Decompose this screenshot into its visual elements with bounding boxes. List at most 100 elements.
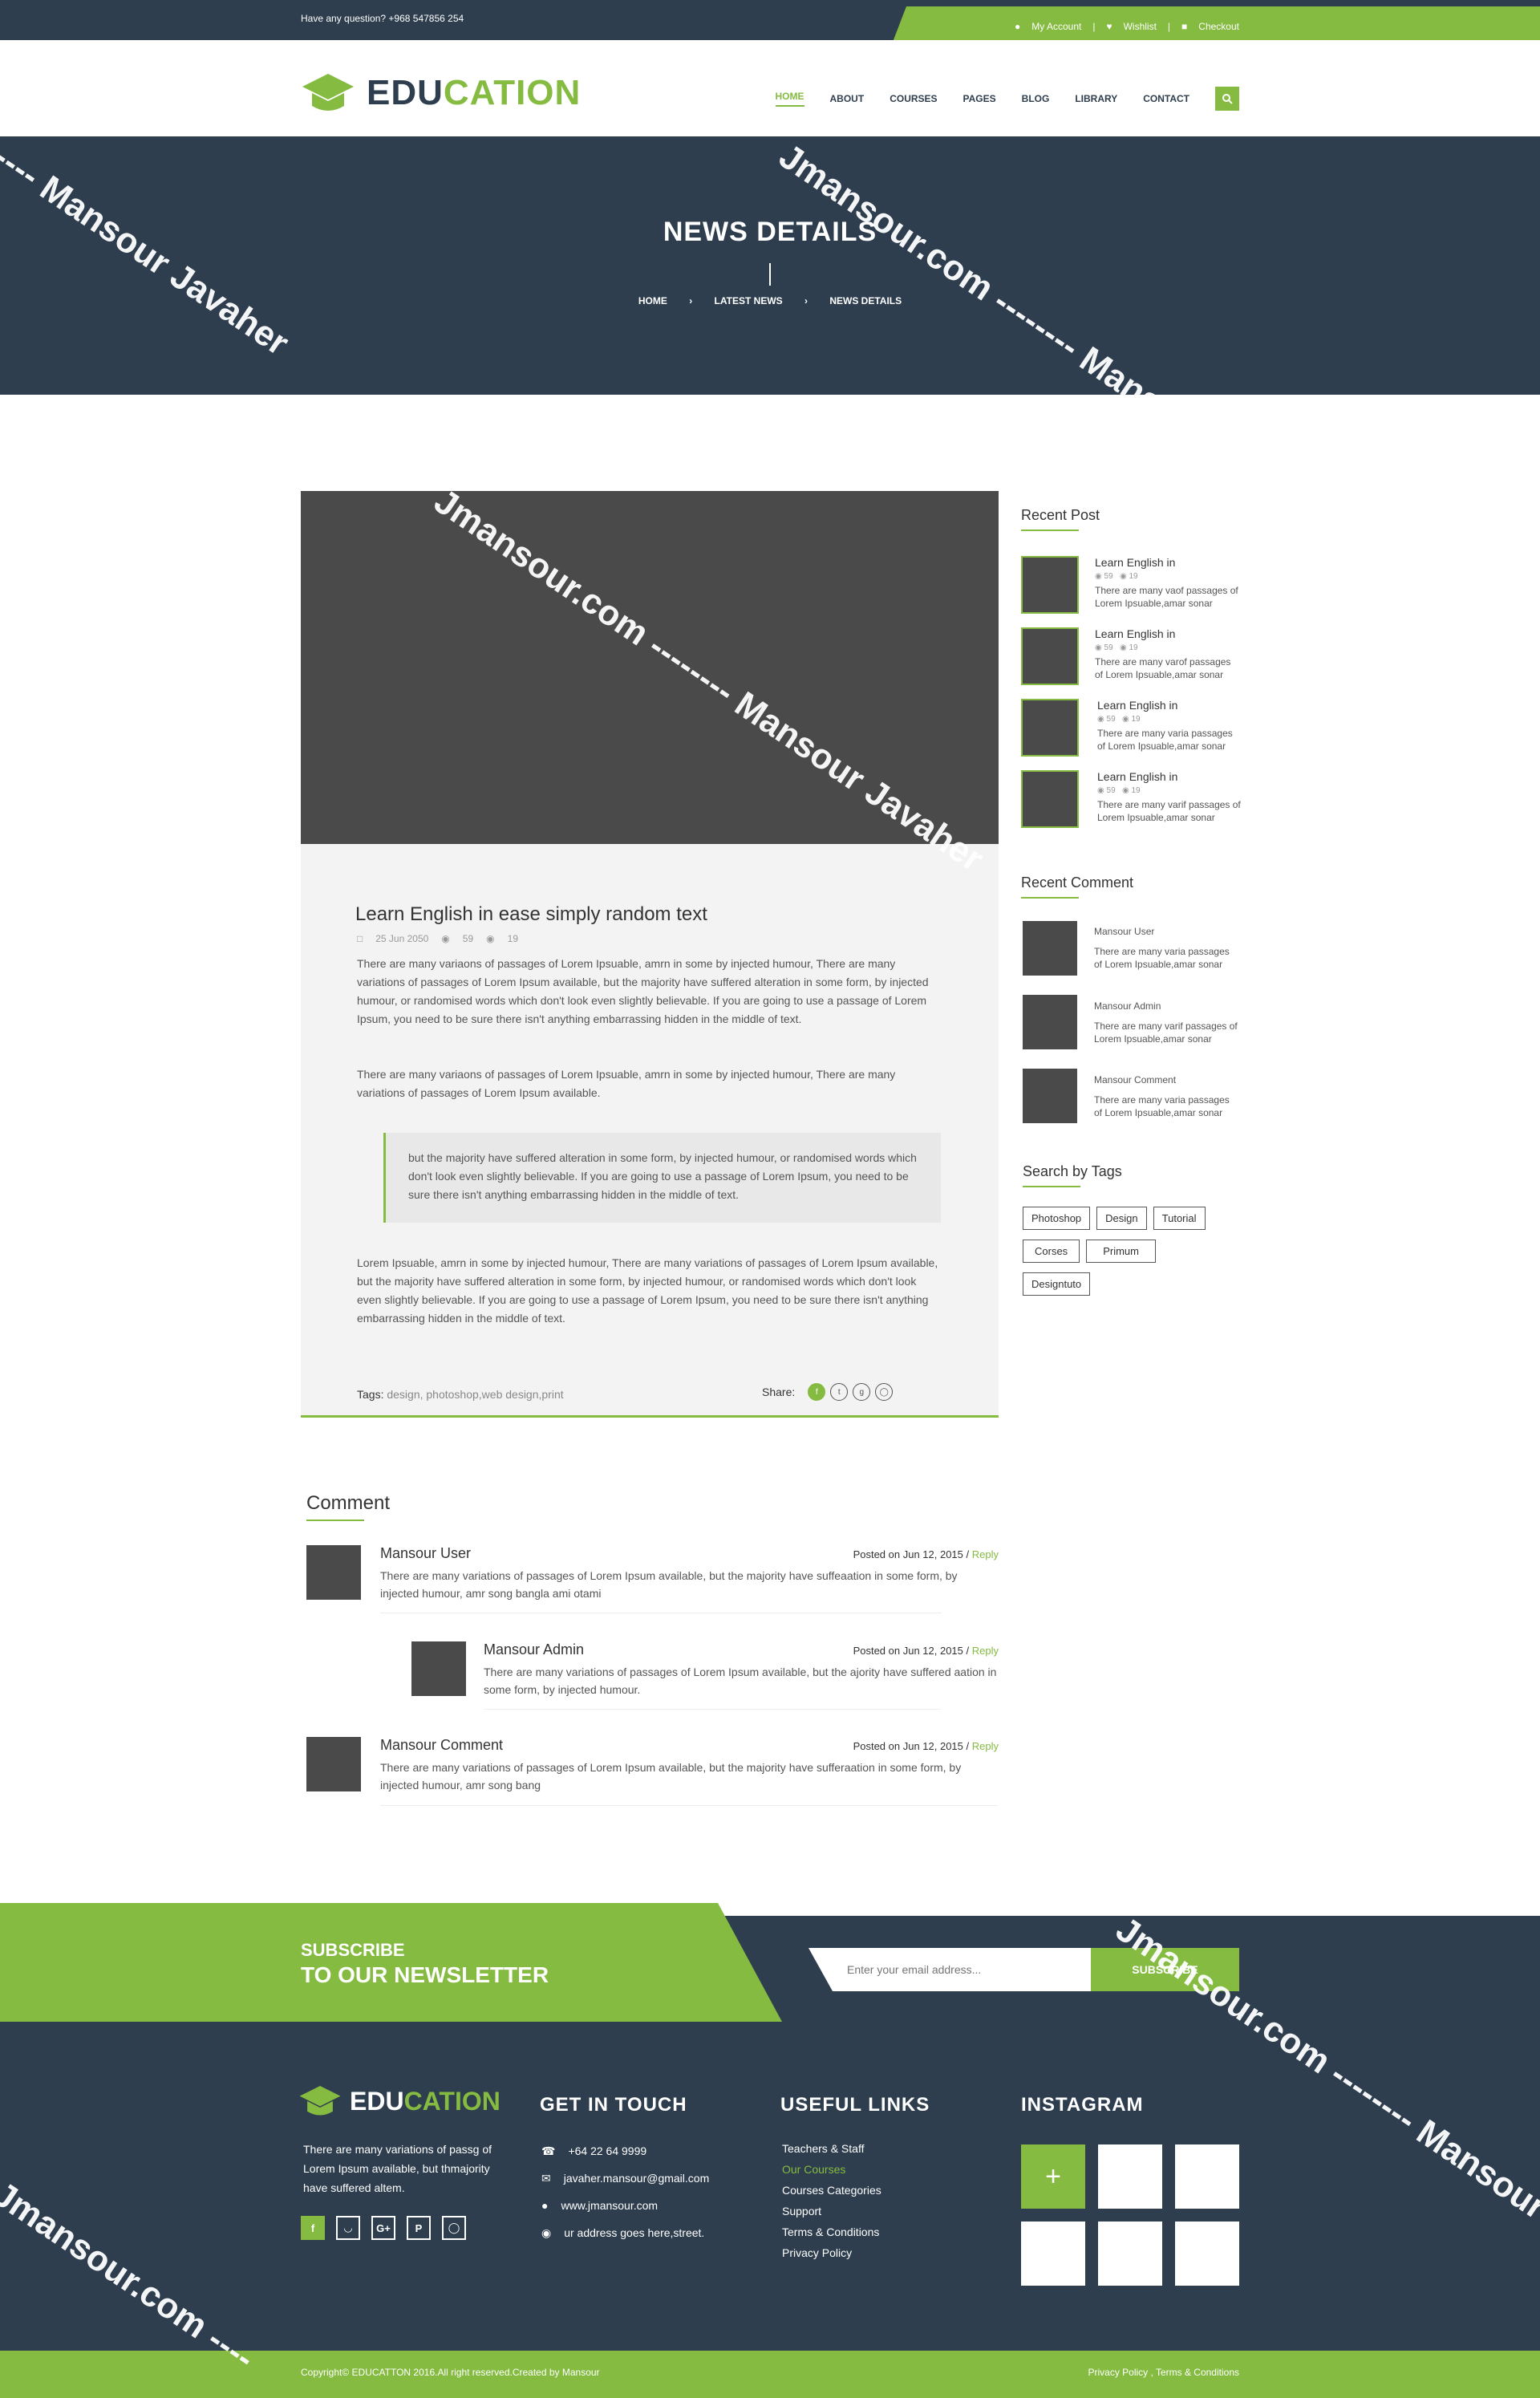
comment-avatar [306, 1737, 361, 1791]
recent-post-item[interactable] [1021, 699, 1079, 757]
instagram-tile[interactable] [1021, 2221, 1085, 2286]
contact-email[interactable]: ✉ javaher.mansour@gmail.com [541, 2165, 709, 2192]
recent-post-thumb [1021, 699, 1079, 757]
facebook-icon[interactable]: f [301, 2216, 325, 2240]
instagram-more-tile[interactable]: + [1021, 2144, 1085, 2209]
recent-comment-title: Recent Comment [1021, 874, 1134, 891]
google-plus-icon[interactable]: g [853, 1383, 871, 1401]
footer-link[interactable]: Support [782, 2205, 881, 2226]
nav-courses[interactable]: COURSES [890, 93, 937, 104]
page-title: NEWS DETAILS [663, 217, 877, 247]
recent-post-meta: ◉ 59 ◉ 19 [1097, 715, 1141, 724]
google-plus-icon[interactable]: G+ [371, 2216, 395, 2240]
tag-button[interactable]: Designtuto [1023, 1272, 1091, 1296]
tags-value[interactable]: design, photoshop,web design,print [383, 1388, 563, 1401]
recent-comment-excerpt: There are many varia passages of Lorem I… [1094, 946, 1230, 970]
tag-button[interactable]: Primum [1086, 1240, 1156, 1263]
tag-row: Designtuto [1023, 1272, 1091, 1296]
rss-icon[interactable]: ◡ [336, 2216, 360, 2240]
breadcrumb-latest-news[interactable]: LATEST NEWS [715, 295, 783, 306]
nav-blog[interactable]: BLOG [1022, 93, 1050, 104]
footer-link[interactable]: Privacy Policy [782, 2246, 881, 2267]
reply-link[interactable]: Reply [972, 1740, 999, 1752]
instagram-tile[interactable] [1098, 2221, 1162, 2286]
envelope-icon: ✉ [541, 2171, 551, 2185]
title-underline [1021, 530, 1079, 531]
contact-website[interactable]: ● www.jmansour.com [541, 2192, 709, 2219]
breadcrumb-home[interactable]: HOME [638, 295, 667, 306]
logo[interactable]: EDUCATION [301, 72, 581, 114]
legal-links[interactable]: Privacy Policy , Terms & Conditions [1088, 2367, 1239, 2378]
tags-label: Tags: [357, 1388, 384, 1401]
recent-post-item[interactable] [1021, 556, 1079, 614]
recent-post-title: Recent Post [1021, 507, 1100, 523]
main-nav: HOME ABOUT COURSES PAGES BLOG LIBRARY CO… [775, 87, 1239, 111]
chevron-right-icon: › [804, 295, 808, 306]
recent-post-meta: ◉ 59 ◉ 19 [1097, 786, 1141, 795]
recent-post-title-text[interactable]: Learn English in [1095, 556, 1239, 569]
post-date: 25 Jun 2050 [375, 933, 429, 944]
comment-posted: Posted on Jun 12, 2015 / Reply [853, 1645, 999, 1657]
instagram-tile[interactable] [1098, 2144, 1162, 2209]
nav-library[interactable]: LIBRARY [1075, 93, 1117, 104]
logo-text: EDUCATION [367, 73, 582, 112]
recent-post-item[interactable] [1021, 627, 1079, 685]
recent-comment-name[interactable]: Mansour Admin [1094, 1000, 1238, 1012]
post-paragraph: Lorem Ipsuable, amrn in some by injected… [357, 1256, 938, 1325]
footer-link[interactable]: Teachers & Staff [782, 2142, 881, 2163]
copyright-text: Copyright© EDUCATTON 2016.All right rese… [301, 2367, 600, 2378]
comment-avatar [1023, 921, 1077, 976]
footer-link[interactable]: Courses Categories [782, 2184, 881, 2205]
tag-button[interactable]: Tutorial [1153, 1207, 1206, 1230]
footer-link[interactable]: Terms & Conditions [782, 2226, 881, 2246]
wishlist-link[interactable]: Wishlist [1124, 21, 1157, 32]
recent-post-title-text[interactable]: Learn English in [1097, 770, 1242, 783]
instagram-icon[interactable]: ◯ [875, 1383, 894, 1401]
nav-pages[interactable]: PAGES [963, 93, 996, 104]
basket-icon: ■ [1181, 21, 1188, 32]
recent-post-title-text[interactable]: Learn English in [1097, 699, 1242, 712]
tag-button[interactable]: Photoshop [1023, 1207, 1091, 1230]
subscribe-button[interactable]: SUBSCRIBE [1091, 1948, 1239, 1991]
facebook-icon[interactable]: f [808, 1383, 826, 1401]
pinterest-icon[interactable]: P [407, 2216, 431, 2240]
nav-about[interactable]: ABOUT [830, 93, 865, 104]
tag-button[interactable]: Corses [1023, 1240, 1080, 1263]
recent-comment-excerpt: There are many varif passages of Lorem I… [1094, 1020, 1238, 1045]
search-icon [1222, 94, 1233, 104]
post-tags: Tags: design, photoshop,web design,print [357, 1388, 564, 1401]
nav-home[interactable]: HOME [775, 91, 804, 107]
reply-link[interactable]: Reply [972, 1548, 999, 1560]
post-title: Learn English in ease simply random text [355, 903, 707, 925]
instagram-tile[interactable] [1175, 2221, 1239, 2286]
my-account-link[interactable]: My Account [1031, 21, 1081, 32]
search-button[interactable] [1215, 87, 1239, 111]
recent-comment-name[interactable]: Mansour User [1094, 926, 1238, 937]
footer-logo[interactable]: EDUCATION [298, 2084, 500, 2118]
nav-contact[interactable]: CONTACT [1143, 93, 1189, 104]
graduation-cap-icon [302, 74, 354, 111]
reply-link[interactable]: Reply [972, 1645, 999, 1657]
comment-posted: Posted on Jun 12, 2015 / Reply [853, 1548, 999, 1560]
tag-button[interactable]: Design [1096, 1207, 1147, 1230]
checkout-link[interactable]: Checkout [1198, 21, 1239, 32]
instagram-tile[interactable] [1175, 2144, 1239, 2209]
instagram-icon[interactable]: ◯ [442, 2216, 466, 2240]
footer-link[interactable]: Our Courses [782, 2163, 881, 2184]
post-blockquote: but the majority have suffered alteratio… [383, 1133, 941, 1223]
recent-post-item[interactable] [1021, 770, 1079, 828]
post-paragraph: There are many variaons of passages of L… [357, 957, 929, 1025]
twitter-icon[interactable]: t [830, 1383, 849, 1401]
comment-avatar [411, 1641, 466, 1696]
newsletter-email-input[interactable] [808, 1948, 1091, 1991]
recent-post-meta: ◉ 59 ◉ 19 [1095, 572, 1138, 581]
contact-question: Have any question? +968 547856 254 [301, 13, 464, 24]
chevron-right-icon: › [689, 295, 693, 306]
recent-post-info: Learn English in ◉ 59 ◉ 19 There are man… [1097, 770, 1242, 824]
recent-comment-info: Mansour Comment There are many varia pas… [1094, 1074, 1238, 1119]
recent-comment-name[interactable]: Mansour Comment [1094, 1074, 1238, 1085]
post-paragraph: There are many variaons of passages of L… [357, 1068, 896, 1099]
heart-icon: ♥ [1106, 21, 1112, 32]
recent-post-excerpt: There are many vaof passages of Lorem Ip… [1095, 585, 1238, 609]
recent-post-title-text[interactable]: Learn English in [1095, 627, 1239, 640]
